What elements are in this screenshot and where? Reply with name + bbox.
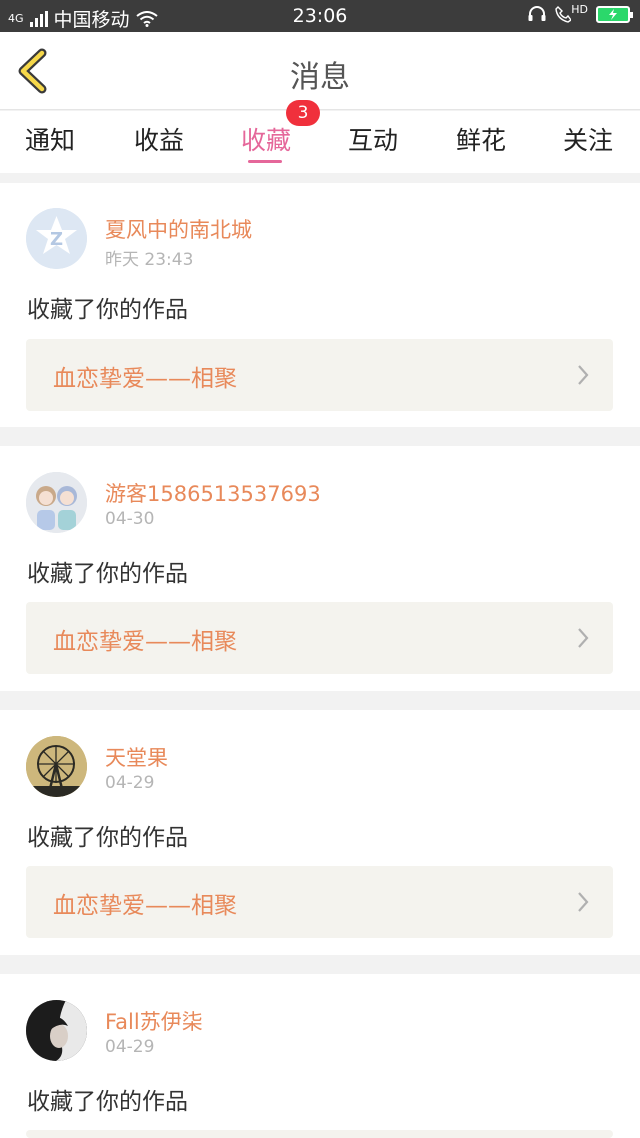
message-time: 04-30 [105,509,155,529]
tab-bar: 通知 收益 收藏 互动 鲜花 关注 [0,111,640,173]
action-text: 收藏了你的作品 [27,1089,188,1115]
page-title: 消息 [290,60,350,95]
default-avatar-icon: Z [26,208,87,269]
message-card: 天堂果 04-29 收藏了你的作品 血恋挚爱——相聚 [0,710,640,955]
message-time: 04-29 [105,773,155,793]
tab-earnings[interactable]: 收益 [109,121,209,157]
username-link[interactable]: Fall苏伊柒 [105,1006,203,1036]
tab-notifications[interactable]: 通知 [0,121,100,157]
message-card: 游客1586513537693 04-30 收藏了你的作品 血恋挚爱——相聚 [0,446,640,691]
avatar[interactable] [26,736,87,797]
username-link[interactable]: 夏风中的南北城 [105,214,252,244]
work-title: 血恋挚爱——相聚 [53,366,237,392]
avatar[interactable] [26,1000,87,1061]
username-link[interactable]: 游客1586513537693 [105,478,321,508]
tab-following[interactable]: 关注 [538,121,638,157]
tab-flowers[interactable]: 鲜花 [431,121,531,157]
work-link[interactable] [26,1130,613,1138]
chevron-right-icon [578,365,589,385]
message-time: 04-29 [105,1037,155,1057]
headset-icon [528,6,546,21]
message-card: Z 夏风中的南北城 昨天 23:43 收藏了你的作品 血恋挚爱——相聚 [0,183,640,427]
user-avatar-icon [26,472,87,533]
work-title: 血恋挚爱——相聚 [53,893,237,919]
nav-header: 消息 [0,32,640,110]
message-time: 昨天 23:43 [105,250,194,270]
favorites-count-badge: 3 [286,100,320,126]
tab-interactions[interactable]: 互动 [323,121,423,157]
message-card: Fall苏伊柒 04-29 收藏了你的作品 [0,974,640,1138]
username-link[interactable]: 天堂果 [105,742,168,772]
svg-text:Z: Z [50,229,63,250]
active-tab-indicator [248,160,282,163]
action-text: 收藏了你的作品 [27,297,188,323]
work-link[interactable]: 血恋挚爱——相聚 [26,339,613,411]
tab-favorites[interactable]: 收藏 [216,121,316,157]
avatar[interactable] [26,472,87,533]
ferris-wheel-avatar-icon [26,736,87,797]
work-title: 血恋挚爱——相聚 [53,629,237,655]
work-link[interactable]: 血恋挚爱——相聚 [26,602,613,674]
action-text: 收藏了你的作品 [27,825,188,851]
work-link[interactable]: 血恋挚爱——相聚 [26,866,613,938]
hd-call-icon: HD [555,3,588,23]
battery-charging-icon [596,5,633,23]
action-text: 收藏了你的作品 [27,561,188,587]
chevron-right-icon [578,628,589,648]
status-bar: 4G 中国移动 23:06 HD [0,0,640,32]
chevron-right-icon [578,892,589,912]
portrait-avatar-icon [26,1000,87,1061]
avatar[interactable]: Z [26,208,87,269]
